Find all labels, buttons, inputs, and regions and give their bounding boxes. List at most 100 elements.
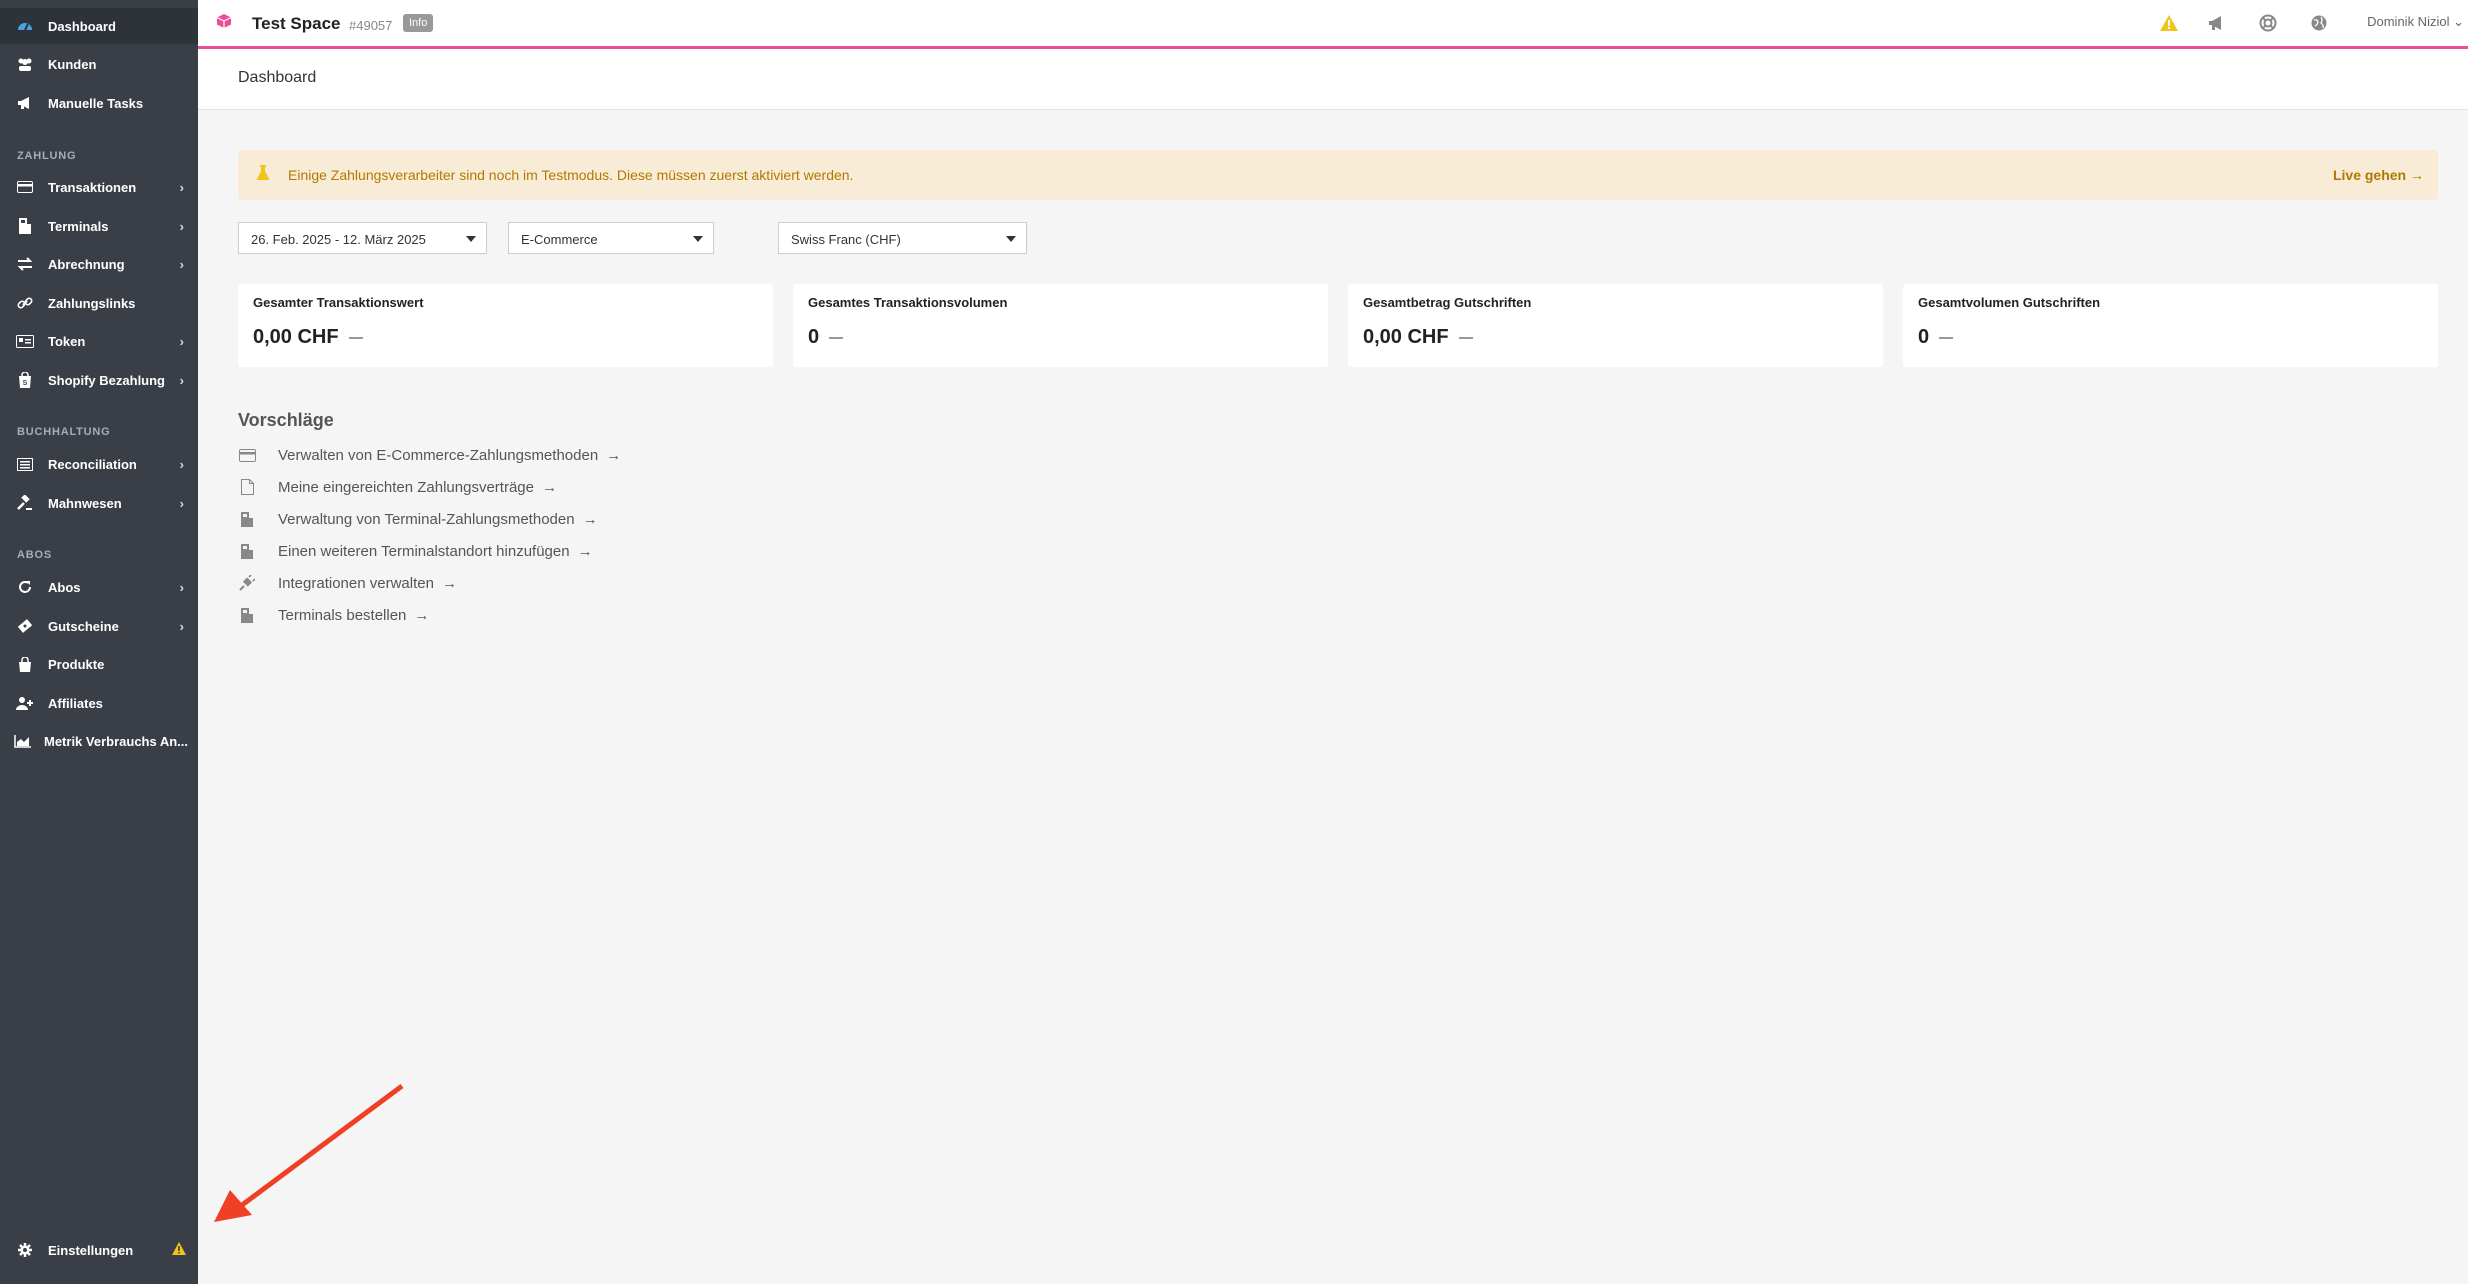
user-menu[interactable]: Dominik Niziol ⌄ (2367, 14, 2464, 30)
arrow-right-icon: → (2410, 167, 2424, 183)
tachometer-icon (16, 17, 34, 35)
megaphone-icon (16, 94, 34, 112)
chevron-right-icon: › (179, 495, 184, 511)
cube-icon (216, 13, 232, 34)
credit-card-icon (238, 446, 256, 464)
currency-select[interactable]: Swiss Franc (CHF) (778, 222, 1027, 254)
suggestion-label: Integrationen verwalten (278, 574, 434, 592)
page-header: Dashboard (198, 49, 2468, 110)
date-range-select[interactable]: 26. Feb. 2025 - 12. März 2025 (238, 222, 487, 254)
top-bar: Test Space #49057 Info Dominik Niziol ⌄ (198, 0, 2468, 49)
currency-value: Swiss Franc (CHF) (791, 232, 901, 247)
refresh-icon (16, 578, 34, 596)
chevron-right-icon: › (179, 333, 184, 349)
card-value: 0,00 CHF (1363, 326, 1473, 349)
sidebar-item-terminals[interactable]: Terminals › (0, 208, 198, 244)
sidebar-item-label: Produkte (48, 656, 105, 672)
sidebar-item-metrik[interactable]: Metrik Verbrauchs An... (0, 723, 198, 759)
sidebar-item-dashboard[interactable]: Dashboard (0, 8, 198, 44)
suggestion-order-terminals[interactable]: Terminals bestellen → (238, 603, 429, 627)
info-badge[interactable]: Info (403, 14, 434, 32)
sidebar-item-transaktionen[interactable]: Transaktionen › (0, 169, 198, 205)
suggestion-label: Einen weiteren Terminalstandort hinzufüg… (278, 542, 570, 560)
caret-down-icon (466, 236, 476, 242)
kpi-card-refund-volume: Gesamtvolumen Gutschriften 0 (1903, 284, 2438, 367)
sidebar-item-gutscheine[interactable]: Gutscheine › (0, 608, 198, 644)
shopify-bag-icon: S (16, 371, 34, 389)
sidebar-item-reconciliation[interactable]: Reconciliation › (0, 446, 198, 482)
card-value: 0 (1918, 326, 1954, 349)
channel-select[interactable]: E-Commerce (508, 222, 714, 254)
page-title: Dashboard (238, 69, 317, 86)
sidebar-item-label: Manuelle Tasks (48, 95, 144, 111)
chevron-right-icon: › (179, 618, 184, 634)
area-chart-icon (14, 732, 32, 750)
arrow-right-icon: → (542, 478, 557, 496)
chevron-down-icon: ⌄ (2453, 14, 2464, 29)
suggestion-add-terminal-location[interactable]: Einen weiteren Terminalstandort hinzufüg… (238, 539, 593, 563)
terminal-icon (16, 217, 34, 235)
chevron-right-icon: › (179, 456, 184, 472)
users-icon (16, 55, 34, 73)
support-icon[interactable] (2257, 12, 2279, 34)
sidebar-item-zahlungslinks[interactable]: Zahlungslinks (0, 285, 198, 321)
trend-dash (829, 336, 844, 339)
sidebar-item-abrechnung[interactable]: Abrechnung › (0, 246, 198, 282)
plug-icon (238, 574, 256, 592)
sidebar-item-kunden[interactable]: Kunden (0, 46, 198, 82)
settings-label: Einstellungen (48, 1242, 134, 1258)
suggestion-integrations[interactable]: Integrationen verwalten → (238, 571, 457, 595)
suggestion-payment-contracts[interactable]: Meine eingereichten Zahlungsverträge → (238, 475, 557, 499)
user-plus-icon (16, 694, 34, 712)
test-mode-alert: Einige Zahlungsverarbeiter sind noch im … (238, 150, 2438, 200)
caret-down-icon (693, 236, 703, 242)
ticket-icon (16, 617, 34, 635)
sidebar-item-affiliates[interactable]: Affiliates (0, 685, 198, 721)
sidebar-item-manuelle-tasks[interactable]: Manuelle Tasks (0, 85, 198, 121)
sidebar-item-label: Abrechnung (48, 256, 125, 272)
suggestion-label: Meine eingereichten Zahlungsverträge (278, 478, 534, 496)
space-id: #49057 (349, 18, 393, 33)
sidebar-item-label: Dashboard (48, 18, 116, 34)
megaphone-icon[interactable] (2206, 12, 2228, 34)
kpi-card-refund-amount: Gesamtbetrag Gutschriften 0,00 CHF (1348, 284, 1883, 367)
sidebar-item-label: Mahnwesen (48, 495, 122, 511)
warning-icon (172, 1242, 186, 1258)
terminal-icon (238, 542, 256, 560)
suggestion-label: Verwaltung von Terminal-Zahlungsmethoden (278, 510, 575, 528)
sidebar-item-label: Reconciliation (48, 456, 137, 472)
arrow-right-icon: → (582, 510, 598, 528)
suggestion-ecommerce-methods[interactable]: Verwalten von E-Commerce-Zahlungsmethode… (238, 443, 621, 467)
card-label: Gesamter Transaktionswert (253, 295, 424, 310)
sidebar-item-token[interactable]: Token › (0, 323, 198, 359)
sidebar-item-label: Affiliates (48, 695, 103, 711)
suggestion-terminal-methods[interactable]: Verwaltung von Terminal-Zahlungsmethoden… (238, 507, 598, 531)
section-title-abos: ABOS (17, 549, 52, 561)
section-title-zahlung: ZAHLUNG (17, 150, 77, 162)
globe-icon[interactable] (2308, 12, 2330, 34)
sidebar-item-label: Token (48, 333, 86, 349)
sidebar-item-einstellungen[interactable]: Einstellungen (0, 1232, 198, 1268)
terminal-icon (238, 606, 256, 624)
suggestions-title: Vorschläge (238, 410, 334, 430)
alert-text: Einige Zahlungsverarbeiter sind noch im … (288, 167, 854, 183)
card-value: 0,00 CHF (253, 326, 363, 349)
sidebar-item-mahnwesen[interactable]: Mahnwesen › (0, 485, 198, 521)
suggestion-label: Terminals bestellen (278, 606, 407, 624)
channel-value: E-Commerce (521, 232, 598, 247)
arrow-right-icon: → (577, 542, 593, 560)
sidebar-item-shopify-bezahlung[interactable]: S Shopify Bezahlung › (0, 362, 198, 398)
date-range-value: 26. Feb. 2025 - 12. März 2025 (251, 232, 426, 247)
sidebar-item-label: Gutscheine (48, 618, 119, 634)
sidebar-item-produkte[interactable]: Produkte (0, 646, 198, 682)
caret-down-icon (1006, 236, 1016, 242)
annotation-arrow (214, 1083, 404, 1222)
link-icon (16, 294, 34, 312)
go-live-link[interactable]: Live gehen → (2333, 167, 2424, 183)
flask-icon (256, 165, 270, 186)
space-title[interactable]: Test Space (252, 14, 341, 34)
svg-text:S: S (23, 380, 28, 387)
sidebar-item-abos[interactable]: Abos › (0, 569, 198, 605)
chevron-right-icon: › (179, 218, 184, 234)
warning-icon[interactable] (2158, 12, 2180, 34)
